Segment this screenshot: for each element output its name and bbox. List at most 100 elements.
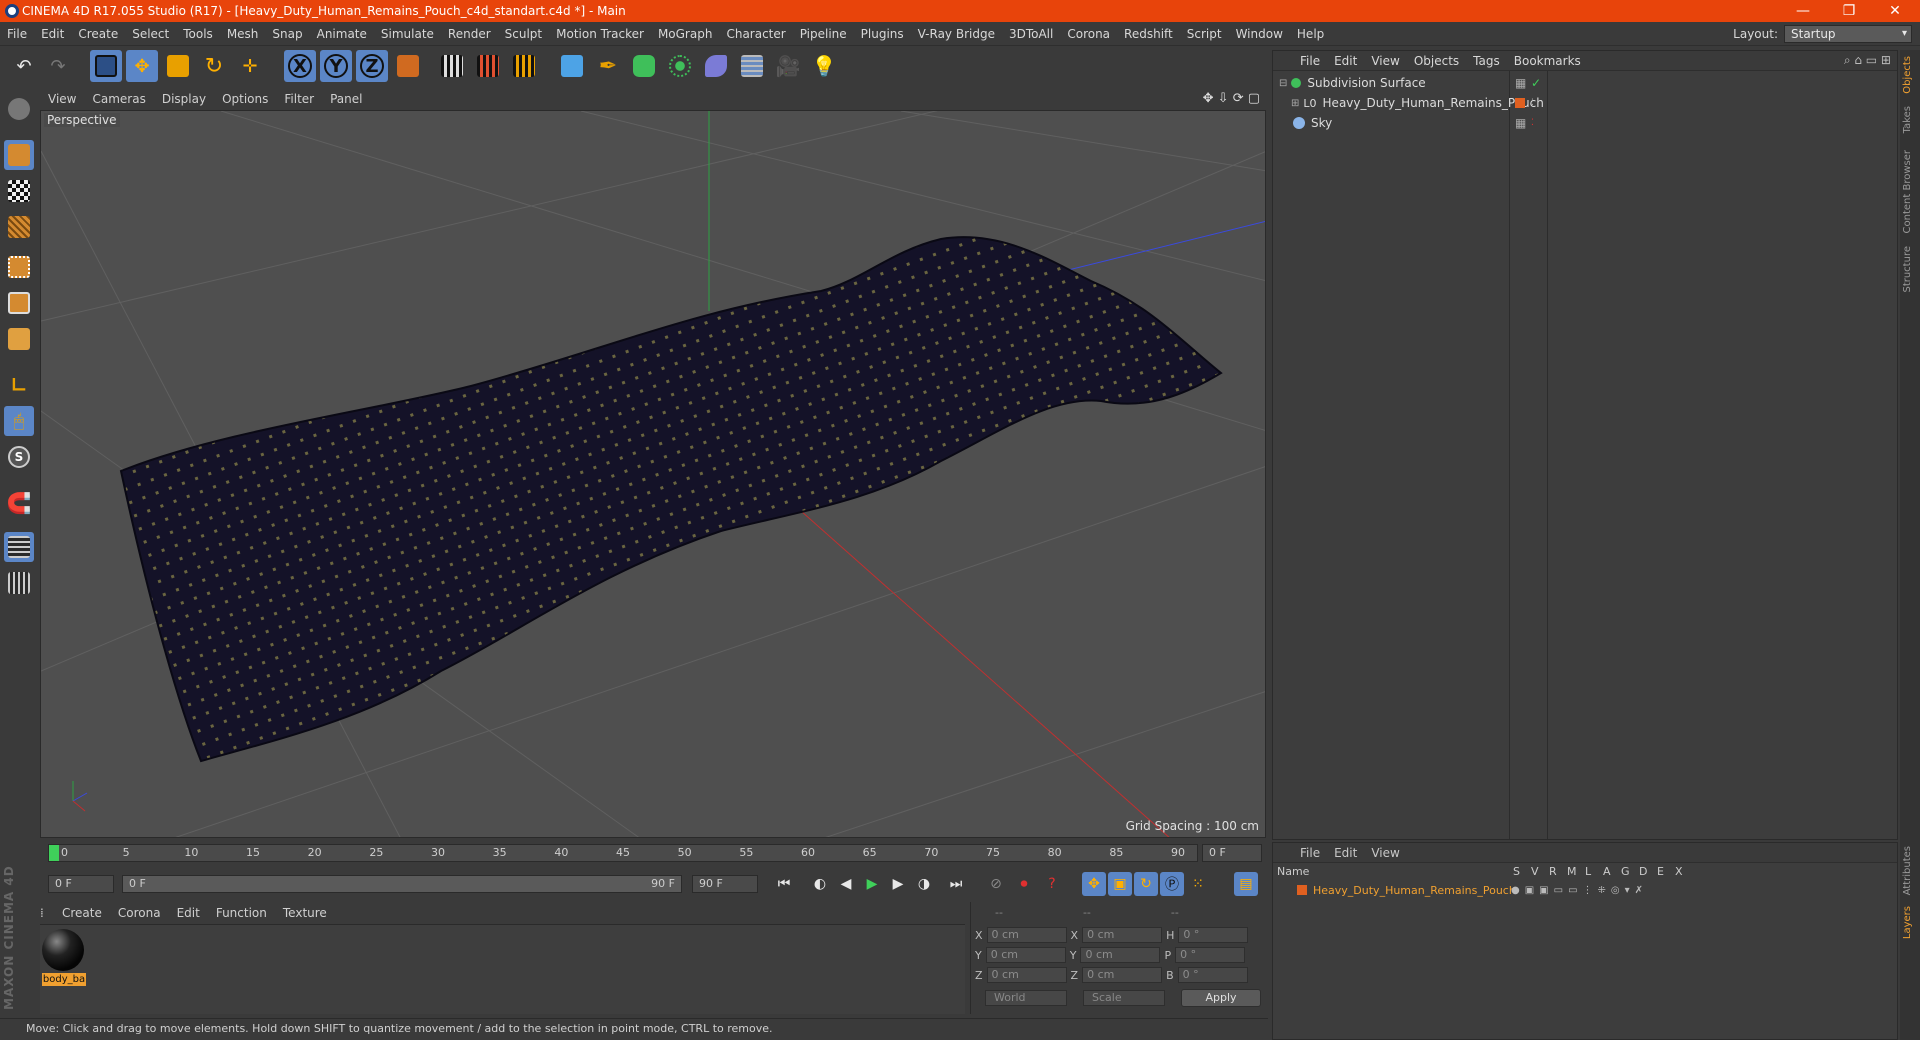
key-parameter-button[interactable]: Ⓟ bbox=[1160, 872, 1184, 896]
minimize-button[interactable]: — bbox=[1780, 0, 1826, 22]
perspective-viewport[interactable]: Grid Spacing : 100 cm bbox=[40, 110, 1266, 838]
start-frame-field[interactable]: 0 F bbox=[48, 875, 114, 893]
menu-simulate[interactable]: Simulate bbox=[374, 27, 441, 41]
visibility-toggle[interactable]: ▦ bbox=[1515, 116, 1526, 130]
texture-mode-button[interactable] bbox=[4, 176, 34, 206]
subdivision-button[interactable] bbox=[628, 50, 660, 82]
workplane-lock-button[interactable] bbox=[4, 532, 34, 562]
menu-tools[interactable]: Tools bbox=[176, 27, 220, 41]
autokey-button[interactable]: ⏺ bbox=[1012, 872, 1036, 896]
layer-menu-view[interactable]: View bbox=[1364, 846, 1406, 860]
obj-menu-edit[interactable]: Edit bbox=[1327, 54, 1364, 68]
obj-menu-bookmarks[interactable]: Bookmarks bbox=[1507, 54, 1588, 68]
mat-menu-create[interactable]: Create bbox=[54, 906, 110, 920]
play-button[interactable]: ▶ bbox=[860, 872, 884, 896]
position-z-field[interactable]: 0 cm bbox=[986, 967, 1067, 983]
rotation-h-field[interactable]: 0 ° bbox=[1178, 927, 1249, 943]
tab-content-browser[interactable]: Content Browser bbox=[1902, 150, 1918, 233]
tab-takes[interactable]: Takes bbox=[1902, 106, 1918, 133]
camera-button[interactable]: 🎥 bbox=[772, 50, 804, 82]
material-swatch[interactable]: body_ba bbox=[42, 929, 86, 991]
key-position-button[interactable]: ✥ bbox=[1082, 872, 1106, 896]
visibility-toggle[interactable]: ▦ bbox=[1515, 76, 1526, 90]
tab-layers[interactable]: Layers bbox=[1902, 906, 1918, 939]
live-selection-tool[interactable] bbox=[90, 50, 122, 82]
record-keys-button[interactable]: ⊘ bbox=[984, 872, 1008, 896]
obj-menu-view[interactable]: View bbox=[1364, 54, 1406, 68]
playhead[interactable] bbox=[49, 845, 59, 861]
move-tool[interactable]: ✥ bbox=[126, 50, 158, 82]
menu-pipeline[interactable]: Pipeline bbox=[793, 27, 854, 41]
redo-button[interactable]: ↷ bbox=[42, 50, 74, 82]
close-button[interactable]: ✕ bbox=[1872, 0, 1918, 22]
layout-dropdown[interactable]: Startup bbox=[1784, 25, 1912, 43]
mat-menu-corona[interactable]: Corona bbox=[110, 906, 169, 920]
vp-menu-panel[interactable]: Panel bbox=[322, 92, 370, 106]
size-mode-dropdown[interactable]: Scale bbox=[1083, 990, 1165, 1006]
render-view-button[interactable] bbox=[436, 50, 468, 82]
enabled-check-icon[interactable]: ✓ bbox=[1531, 76, 1541, 90]
tab-attributes[interactable]: Attributes bbox=[1902, 846, 1918, 895]
menu-file[interactable]: File bbox=[0, 27, 34, 41]
viewport-nav-icons[interactable]: ✥ ⇩ ⟳ ▢ bbox=[1203, 91, 1260, 106]
apply-button[interactable]: Apply bbox=[1181, 989, 1261, 1007]
layer-toggle-icons[interactable]: ●▣▣▭▭⋮⁜◎▾✗ bbox=[1511, 885, 1648, 896]
polygons-mode-button[interactable] bbox=[4, 324, 34, 354]
rotation-p-field[interactable]: 0 ° bbox=[1175, 947, 1246, 963]
object-row-sky[interactable]: Sky ▦ ⁚ bbox=[1273, 113, 1897, 133]
cube-primitive-button[interactable] bbox=[556, 50, 588, 82]
menu-redshift[interactable]: Redshift bbox=[1117, 27, 1180, 41]
tab-objects[interactable]: Objects bbox=[1902, 56, 1918, 94]
mograph-cloner-button[interactable] bbox=[664, 50, 696, 82]
coordinate-system-button[interactable] bbox=[392, 50, 424, 82]
rotate-tool[interactable]: ↻ bbox=[198, 50, 230, 82]
mat-menu-function[interactable]: Function bbox=[208, 906, 275, 920]
menu-mograph[interactable]: MoGraph bbox=[651, 27, 720, 41]
tweak-mode-button[interactable]: 🖱 bbox=[4, 406, 34, 436]
go-to-end-button[interactable]: ⏭ bbox=[944, 872, 968, 896]
menu-snap[interactable]: Snap bbox=[265, 27, 309, 41]
next-key-button[interactable]: ◑ bbox=[912, 872, 936, 896]
axis-mode-button[interactable]: ∟ bbox=[4, 370, 34, 400]
workplane-mode-button[interactable] bbox=[4, 212, 34, 242]
transform-tool[interactable]: ✛ bbox=[234, 50, 266, 82]
menu-select[interactable]: Select bbox=[125, 27, 176, 41]
visibility-dots[interactable]: ⁚ bbox=[1531, 98, 1534, 108]
mat-menu-edit[interactable]: Edit bbox=[169, 906, 208, 920]
menu-help[interactable]: Help bbox=[1290, 27, 1331, 41]
keyframe-selection-button[interactable]: ? bbox=[1040, 872, 1064, 896]
timeline-ruler[interactable]: 0 5 10 15 20 25 30 35 40 45 50 55 60 65 70 75 80 85 90 0 F bbox=[40, 842, 1266, 864]
preview-range-slider[interactable]: 0 F 90 F bbox=[122, 875, 682, 893]
spline-pen-button[interactable]: ✒ bbox=[592, 50, 624, 82]
position-y-field[interactable]: 0 cm bbox=[985, 947, 1066, 963]
obj-menu-tags[interactable]: Tags bbox=[1466, 54, 1507, 68]
menu-animate[interactable]: Animate bbox=[310, 27, 374, 41]
current-frame-field[interactable]: 0 F bbox=[1202, 844, 1262, 862]
scale-tool[interactable] bbox=[162, 50, 194, 82]
key-rotation-button[interactable]: ↻ bbox=[1134, 872, 1158, 896]
go-to-start-button[interactable]: ⏮ bbox=[772, 872, 796, 896]
workplane-align-button[interactable] bbox=[4, 568, 34, 598]
visibility-dots[interactable]: ⁚ bbox=[1531, 118, 1534, 128]
floor-button[interactable] bbox=[736, 50, 768, 82]
coord-system-dropdown[interactable]: World bbox=[985, 990, 1067, 1006]
key-scale-button[interactable]: ▣ bbox=[1108, 872, 1132, 896]
vp-menu-options[interactable]: Options bbox=[214, 92, 276, 106]
menu-window[interactable]: Window bbox=[1229, 27, 1290, 41]
object-row-pouch[interactable]: ⊞ L0 Heavy_Duty_Human_Remains_Pouch ⁚ bbox=[1273, 93, 1897, 113]
layer-color-swatch[interactable] bbox=[1297, 885, 1307, 895]
render-region-button[interactable] bbox=[472, 50, 504, 82]
key-pla-button[interactable]: ⁙ bbox=[1186, 872, 1210, 896]
timeline-window-button[interactable]: ▤ bbox=[1234, 872, 1258, 896]
menu-motion-tracker[interactable]: Motion Tracker bbox=[549, 27, 651, 41]
undo-button[interactable]: ↶ bbox=[8, 50, 40, 82]
edges-mode-button[interactable] bbox=[4, 288, 34, 318]
z-axis-lock[interactable]: Z bbox=[356, 50, 388, 82]
object-row-subdivision[interactable]: ⊟ Subdivision Surface ▦ ✓ bbox=[1273, 73, 1897, 93]
menu-plugins[interactable]: Plugins bbox=[854, 27, 911, 41]
menu-vray-bridge[interactable]: V-Ray Bridge bbox=[911, 27, 1002, 41]
snap-button[interactable]: S bbox=[4, 442, 34, 472]
render-settings-button[interactable] bbox=[508, 50, 540, 82]
magnet-tool-button[interactable]: 🧲 bbox=[4, 488, 34, 518]
obj-search-icons[interactable]: ⌕ ⌂ ▭ ⊞ bbox=[1844, 53, 1891, 68]
